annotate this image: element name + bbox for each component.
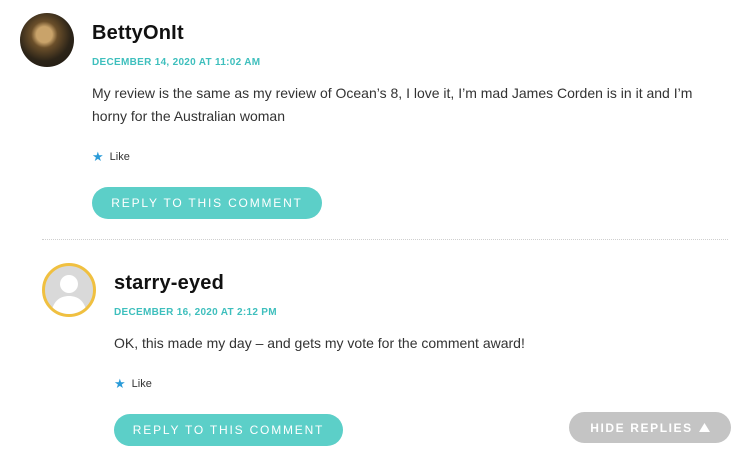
star-icon: ★ bbox=[114, 376, 126, 391]
like-label: Like bbox=[109, 150, 130, 163]
default-user-icon bbox=[51, 275, 87, 314]
reply-button[interactable]: REPLY TO THIS COMMENT bbox=[114, 414, 343, 446]
reply-button[interactable]: REPLY TO THIS COMMENT bbox=[92, 187, 322, 219]
avatar[interactable] bbox=[42, 263, 96, 317]
star-icon: ★ bbox=[92, 149, 104, 164]
like-button[interactable]: ★ Like bbox=[114, 377, 152, 390]
triangle-up-icon bbox=[698, 423, 710, 432]
comment-date[interactable]: DECEMBER 14, 2020 AT 11:02 AM bbox=[92, 57, 260, 68]
comment-text: OK, this made my day – and gets my vote … bbox=[114, 335, 525, 351]
comment-author[interactable]: BettyOnIt bbox=[92, 22, 184, 45]
like-label: Like bbox=[131, 377, 152, 390]
hide-replies-label: HIDE REPLIES bbox=[590, 420, 693, 435]
comment-date[interactable]: DECEMBER 16, 2020 AT 2:12 PM bbox=[114, 307, 277, 318]
avatar[interactable] bbox=[20, 13, 74, 67]
like-button[interactable]: ★ Like bbox=[92, 150, 130, 163]
comment-text: My review is the same as my review of Oc… bbox=[92, 85, 693, 124]
hide-replies-button[interactable]: HIDE REPLIES bbox=[569, 412, 731, 443]
divider bbox=[42, 239, 728, 240]
comment-author[interactable]: starry-eyed bbox=[114, 272, 224, 295]
